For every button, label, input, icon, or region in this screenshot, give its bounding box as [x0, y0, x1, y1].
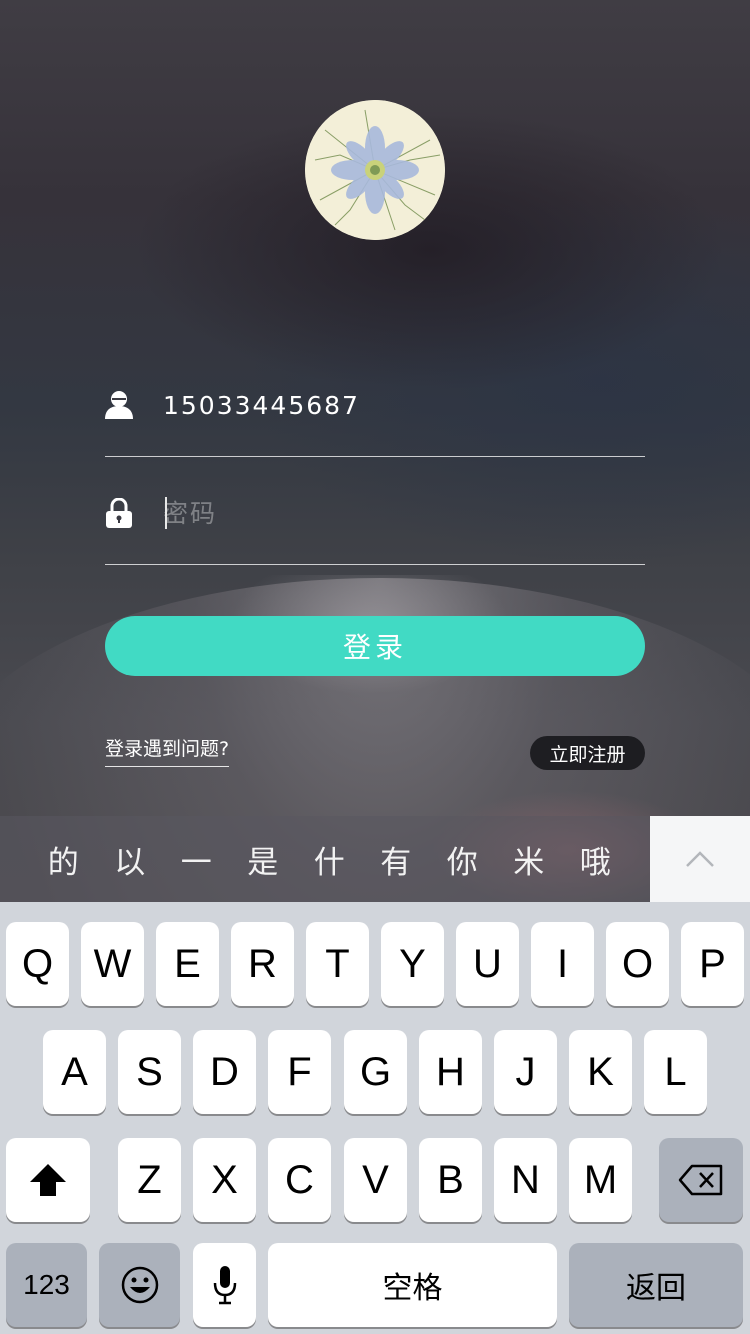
username-input[interactable]	[163, 385, 633, 425]
shift-icon	[30, 1164, 66, 1196]
key-f[interactable]: F	[268, 1030, 331, 1114]
backspace-icon	[678, 1164, 723, 1196]
login-help-link[interactable]: 登录遇到问题?	[105, 737, 230, 767]
candidate-word[interactable]: 的	[30, 837, 97, 882]
microphone-icon	[213, 1266, 236, 1305]
keyboard-candidate-bar: 的 以 一 是 什 有 你 米 哦	[0, 816, 650, 902]
key-m[interactable]: M	[569, 1138, 632, 1222]
return-key[interactable]: 返回	[569, 1243, 743, 1327]
key-z[interactable]: Z	[118, 1138, 181, 1222]
key-i[interactable]: I	[531, 922, 594, 1006]
key-p[interactable]: P	[681, 922, 744, 1006]
user-icon	[105, 390, 133, 420]
delete-key[interactable]	[659, 1138, 743, 1222]
candidate-expand-button[interactable]	[650, 816, 750, 902]
key-w[interactable]: W	[81, 922, 144, 1006]
key-u[interactable]: U	[456, 922, 519, 1006]
shift-key[interactable]	[6, 1138, 90, 1222]
candidate-word[interactable]: 哦	[562, 837, 629, 882]
key-c[interactable]: C	[268, 1138, 331, 1222]
key-r[interactable]: R	[231, 922, 294, 1006]
key-a[interactable]: A	[43, 1030, 106, 1114]
candidate-word[interactable]: 你	[429, 837, 496, 882]
emoji-key[interactable]	[99, 1243, 180, 1327]
candidate-word[interactable]: 米	[496, 837, 563, 882]
key-o[interactable]: O	[606, 922, 669, 1006]
key-d[interactable]: D	[193, 1030, 256, 1114]
username-underline	[105, 456, 645, 457]
lock-icon	[105, 498, 133, 528]
space-key[interactable]: 空格	[268, 1243, 557, 1327]
chevron-up-icon	[686, 851, 714, 867]
key-k[interactable]: K	[569, 1030, 632, 1114]
microphone-key[interactable]	[193, 1243, 256, 1327]
key-j[interactable]: J	[494, 1030, 557, 1114]
password-row	[105, 465, 645, 565]
key-v[interactable]: V	[344, 1138, 407, 1222]
candidate-word[interactable]: 是	[230, 837, 297, 882]
key-s[interactable]: S	[118, 1030, 181, 1114]
key-t[interactable]: T	[306, 922, 369, 1006]
register-button[interactable]: 立即注册	[530, 736, 645, 770]
key-g[interactable]: G	[344, 1030, 407, 1114]
candidate-word[interactable]: 有	[363, 837, 430, 882]
text-caret	[165, 497, 167, 529]
password-input[interactable]	[163, 493, 633, 533]
candidate-word[interactable]: 什	[296, 837, 363, 882]
candidate-word[interactable]: 以	[97, 837, 164, 882]
key-y[interactable]: Y	[381, 922, 444, 1006]
login-button[interactable]: 登录	[105, 616, 645, 676]
key-n[interactable]: N	[494, 1138, 557, 1222]
key-q[interactable]: Q	[6, 922, 69, 1006]
key-l[interactable]: L	[644, 1030, 707, 1114]
keyboard: Q W E R T Y U I O P A S D F G H J K L Z …	[0, 902, 750, 1334]
key-b[interactable]: B	[419, 1138, 482, 1222]
key-e[interactable]: E	[156, 922, 219, 1006]
username-row	[105, 357, 645, 457]
password-underline	[105, 564, 645, 565]
candidate-word[interactable]: 一	[163, 837, 230, 882]
numbers-key[interactable]: 123	[6, 1243, 87, 1327]
avatar[interactable]	[305, 100, 445, 240]
emoji-icon	[121, 1266, 158, 1304]
flower-avatar-image	[305, 100, 445, 240]
key-x[interactable]: X	[193, 1138, 256, 1222]
key-h[interactable]: H	[419, 1030, 482, 1114]
